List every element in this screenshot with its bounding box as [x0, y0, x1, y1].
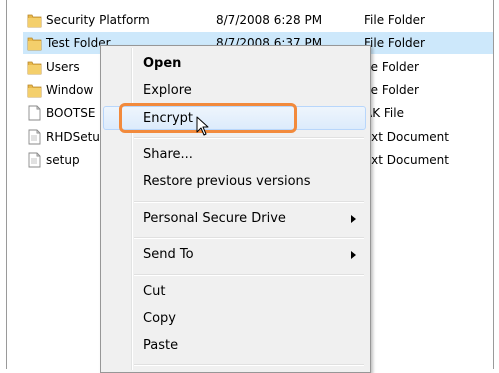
menu-separator — [134, 364, 364, 366]
menu-item-restore-previous-versions[interactable]: Restore previous versions — [103, 170, 366, 194]
document-icon — [27, 105, 42, 121]
file-name: RHDSetu — [46, 130, 100, 144]
menu-separator — [134, 274, 364, 276]
menu-item-label: Paste — [143, 338, 179, 353]
folder-icon — [27, 82, 42, 98]
menu-item-label: Share... — [143, 147, 193, 162]
file-date: 8/7/2008 6:28 PM — [216, 13, 323, 27]
file-type: ext Document — [364, 153, 449, 167]
menu-item-label: Explore — [143, 83, 192, 98]
menu-item-cut[interactable]: Cut — [103, 280, 366, 304]
mouse-pointer-icon — [196, 116, 210, 139]
menu-separator — [134, 237, 364, 239]
file-row-security-platform[interactable]: Security Platform 8/7/2008 6:28 PM File … — [23, 9, 493, 31]
menu-item-send-to[interactable]: Send To — [103, 243, 366, 267]
menu-item-paste[interactable]: Paste — [103, 334, 366, 358]
folder-icon — [27, 12, 42, 28]
menu-item-label: Restore previous versions — [143, 174, 311, 189]
menu-item-personal-secure-drive[interactable]: Personal Secure Drive — [103, 207, 366, 231]
file-name: Users — [46, 60, 80, 74]
menu-item-label: Personal Secure Drive — [143, 211, 286, 226]
menu-item-open[interactable]: Open — [103, 52, 366, 76]
menu-item-explore[interactable]: Explore — [103, 79, 366, 103]
menu-item-copy[interactable]: Copy — [103, 307, 366, 331]
document-icon — [27, 129, 42, 145]
context-menu: Open Explore Encrypt Share... Restore pr… — [100, 45, 371, 373]
menu-item-label: Cut — [143, 284, 166, 299]
file-type: File Folder — [364, 36, 425, 50]
menu-item-label: Copy — [143, 311, 176, 326]
file-type: ile Folder — [364, 83, 419, 97]
file-name: Window — [46, 83, 94, 97]
menu-separator — [134, 201, 364, 203]
submenu-arrow-icon — [351, 251, 356, 259]
file-name: BOOTSE — [46, 106, 96, 120]
menu-separator — [134, 137, 364, 139]
file-type: File Folder — [364, 13, 425, 27]
menu-item-label: Open — [143, 56, 182, 71]
folder-icon — [27, 35, 42, 51]
file-type: ext Document — [364, 130, 449, 144]
file-name: setup — [46, 153, 80, 167]
menu-item-label: Send To — [143, 247, 194, 262]
menu-item-share[interactable]: Share... — [103, 143, 366, 167]
file-name: Security Platform — [46, 13, 150, 27]
submenu-arrow-icon — [351, 215, 356, 223]
file-type: ile Folder — [364, 60, 419, 74]
folder-icon — [27, 59, 42, 75]
document-icon — [27, 152, 42, 168]
